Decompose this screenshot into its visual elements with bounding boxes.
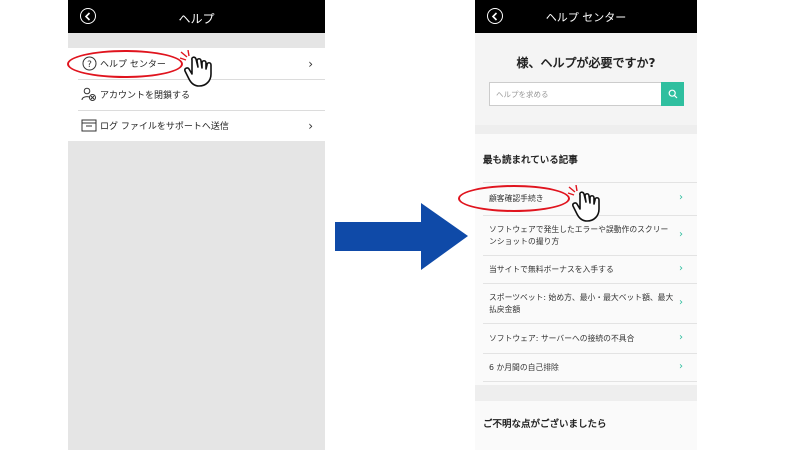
chevron-right-icon: › — [679, 331, 683, 343]
search-input[interactable] — [490, 83, 666, 105]
highlight-ring — [67, 50, 183, 78]
article-title: 当サイトで無料ボーナスを入手する — [489, 264, 614, 274]
nav-bar: ヘルプ — [68, 0, 325, 33]
search-icon — [668, 89, 677, 99]
close-account-icon — [78, 87, 100, 102]
article-title: 6 か月間の自己排除 — [489, 362, 559, 372]
article-link[interactable]: ソフトウェア: サーバーへの接続の不具合 › — [483, 323, 697, 353]
chevron-right-icon: › — [679, 262, 683, 274]
article-link[interactable]: 当サイトで無料ボーナスを入手する › — [483, 255, 697, 283]
help-header: 様、ヘルプが必要ですか? — [475, 33, 697, 125]
menu-item-label: アカウントを閉鎖する — [100, 91, 191, 101]
page-title: ヘルプ センター — [545, 11, 627, 24]
section-title: 最も読まれている記事 — [483, 155, 578, 166]
chevron-right-icon: › — [308, 57, 313, 71]
search-box — [489, 82, 684, 106]
page-title: ヘルプ — [178, 12, 215, 26]
highlight-ring — [458, 185, 570, 212]
article-link[interactable]: スポーツベット: 始め方、最小・最大ベット額、最大払戻金額 › — [483, 283, 697, 323]
menu-item-send-log[interactable]: ログ ファイルをサポートへ送信 › — [68, 110, 325, 141]
nav-bar: ヘルプ センター — [475, 0, 697, 33]
pointing-hand-icon — [178, 49, 220, 92]
article-title: ソフトウェアで発生したエラーや誤動作のスクリーンショットの撮り方 — [489, 224, 669, 246]
article-title: ソフトウェア: サーバーへの接続の不具合 — [489, 333, 635, 343]
arrow-icon — [335, 203, 468, 274]
pointing-hand-icon — [566, 184, 608, 227]
chevron-right-icon: › — [308, 119, 313, 133]
chevron-right-icon: › — [679, 360, 683, 372]
help-heading: 様、ヘルプが必要ですか? — [516, 56, 656, 70]
chevron-right-icon: › — [679, 296, 683, 308]
article-title: スポーツベット: 始め方、最小・最大ベット額、最大払戻金額 — [489, 292, 674, 314]
search-button[interactable] — [661, 82, 684, 106]
contact-section: ご不明な点がございましたら — [475, 401, 697, 450]
chevron-right-icon: › — [679, 228, 683, 240]
chevron-right-icon: › — [679, 192, 683, 203]
popular-articles: 最も読まれている記事 顧客確認手続き › ソフトウェアで発生したエラーや誤動作の… — [475, 134, 697, 385]
article-link[interactable]: 6 か月間の自己排除 › — [483, 353, 697, 382]
log-file-icon — [78, 119, 100, 132]
menu-item-label: ログ ファイルをサポートへ送信 — [100, 122, 229, 132]
contact-title: ご不明な点がございましたら — [483, 419, 607, 430]
